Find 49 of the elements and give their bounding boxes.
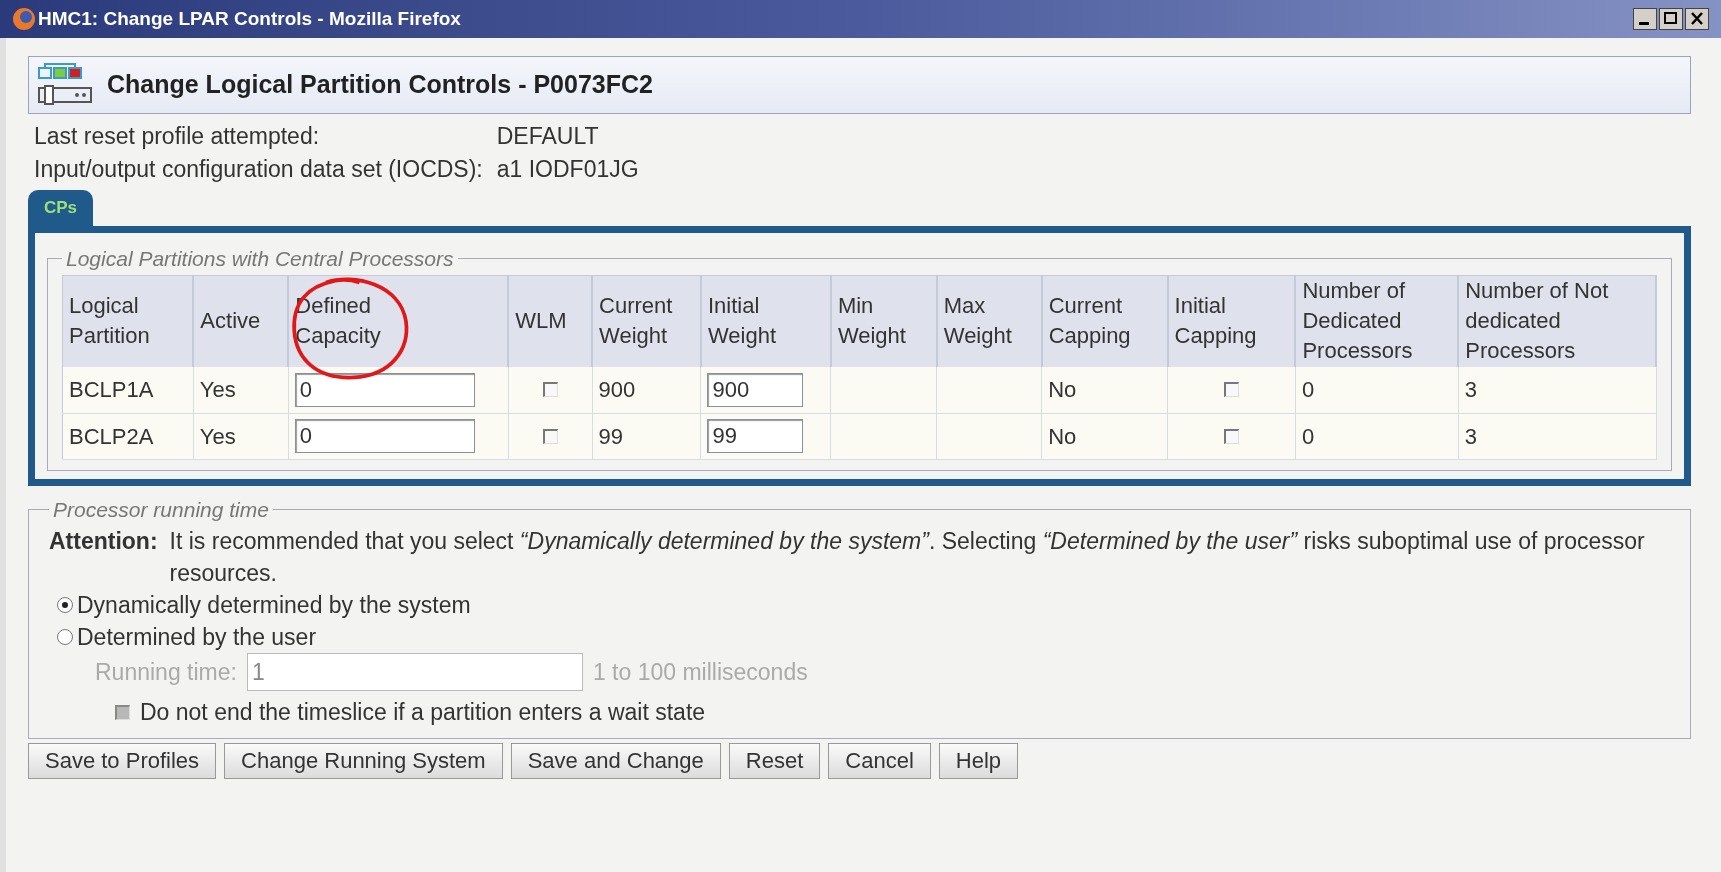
info-label: Input/output configuration data set (IOCDS): [34,155,483,184]
column-header: Max Weight [936,275,1042,367]
table-cell: 0 [1295,413,1459,459]
column-header: Logical Partition [62,275,194,367]
column-header: WLM [508,275,593,367]
column-header: Current Weight [592,275,701,367]
column-header: Min Weight [830,275,937,367]
action-button[interactable]: Save to Profiles [28,742,217,779]
action-button[interactable]: Reset [728,742,821,779]
attention-text: It is recommended that you select “Dynamically determined by the system”. Selecting “Determined by the user” risks suboptimal use of processor resources. [169,527,1646,588]
group-legend: Logical Partitions with Central Processors [62,243,458,275]
column-header: Number of Not dedicated Processors [1458,275,1656,367]
field-hint: 1 to 100 milliseconds [592,657,808,687]
table-cell: 3 [1458,413,1656,459]
info-label: Last reset profile attempted: [34,122,321,151]
table-cell: 0 [1295,367,1459,413]
table-cell: Yes [193,367,289,413]
attention-label: Attention: [49,527,158,556]
column-header: Initial Weight [700,275,831,367]
capacity-field[interactable]: 0 [294,372,475,407]
column-header: Initial Capping [1167,275,1296,367]
table-cell: No [1041,413,1168,459]
table-cell: 900 [592,367,701,413]
group-legend: Processor running time [49,493,273,525]
table-cell: BCLP1A [62,367,194,413]
table-cell: 3 [1458,367,1656,413]
table-cell: Yes [193,413,289,459]
tab[interactable]: CPs [28,190,94,226]
action-button[interactable]: Help [938,742,1019,779]
info-value: a1 IODF01JG [496,155,640,184]
column-header: Active [193,275,289,367]
column-header: Number of Dedicated Processors [1295,275,1459,367]
capacity-field[interactable]: 0 [294,419,475,453]
radio-label: Determined by the user [77,623,317,652]
weight-field[interactable]: 900 [707,372,804,407]
table-cell: BCLP2A [62,413,194,459]
field-label: Running time: [95,657,237,687]
radio-label: Dynamically determined by the system [77,591,471,620]
weight-field[interactable]: 99 [707,419,804,453]
window-title: HMC1: Change LPAR Controls - Mozilla Firefox [38,6,461,31]
action-button[interactable]: Save and Change [510,742,721,779]
action-button[interactable]: Change Running System [224,742,503,779]
table-cell: No [1041,367,1168,413]
info-value: DEFAULT [496,122,600,151]
checkbox-label: Do not end the timeslice if a partition enters a wait state [140,698,706,727]
action-button[interactable]: Cancel [828,742,931,779]
table-cell: 99 [592,413,701,459]
page-title: Change Logical Partition Controls - P0073FC2 [107,69,653,101]
column-header: Current Capping [1041,275,1168,367]
